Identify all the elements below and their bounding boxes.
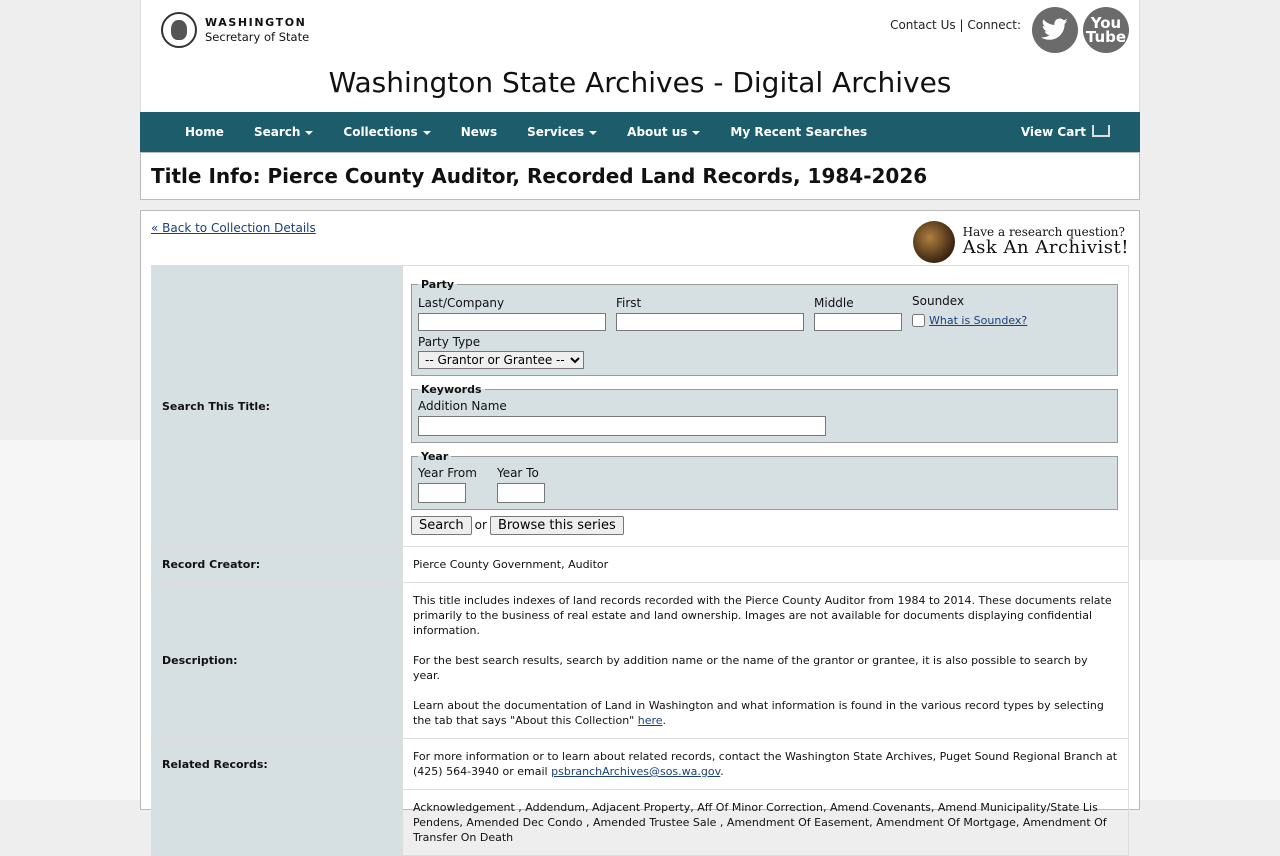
nav-home[interactable]: Home	[170, 125, 239, 139]
logo-line2: Secretary of State	[205, 29, 310, 44]
related-records-value: For more information or to learn about r…	[402, 738, 1129, 790]
content-panel: « Back to Collection Details Have a rese…	[140, 210, 1140, 856]
nav-home-label: Home	[185, 125, 224, 139]
nav-news-label: News	[460, 125, 498, 139]
year-from-label: Year From	[418, 465, 477, 480]
description-p3-end: .	[662, 714, 667, 727]
table-row: Search This Title: Party Last/Company Fi…	[151, 265, 1129, 547]
caret-down-icon	[589, 130, 598, 135]
caret-down-icon	[422, 130, 431, 135]
nav-about[interactable]: About us	[612, 125, 715, 139]
branch-email-link[interactable]: psbranchArchives@sos.wa.gov	[551, 765, 720, 778]
soundex-checkbox[interactable]	[912, 313, 925, 327]
last-company-input[interactable]	[418, 312, 606, 331]
what-is-soundex-link[interactable]: What is Soundex?	[929, 313, 1027, 328]
ask-archivist-banner[interactable]: Have a research question? Ask An Archivi…	[912, 221, 1129, 263]
ask-line2: Ask An Archivist!	[962, 236, 1129, 258]
sos-logo[interactable]: WASHINGTON Secretary of State	[161, 12, 309, 48]
party-type-select[interactable]: -- Grantor or Grantee --	[418, 350, 584, 369]
table-row: Record Creator: Pierce County Government…	[151, 546, 1129, 583]
addition-name-label: Addition Name	[418, 398, 507, 413]
middle-name-input[interactable]	[814, 312, 902, 331]
year-legend: Year	[421, 449, 449, 463]
view-cart-label: View Cart	[1020, 125, 1086, 139]
site-title: Washington State Archives - Digital Arch…	[328, 66, 952, 99]
connect-label: Connect:	[967, 18, 1021, 32]
description-p3: Learn about the documentation of Land in…	[413, 698, 1118, 728]
keywords-fieldset: Keywords Addition Name	[411, 381, 1118, 443]
books-icon	[912, 221, 955, 263]
related-text-end: .	[720, 765, 724, 778]
separator: |	[959, 18, 964, 32]
page-title: Title Info: Pierce County Auditor, Recor…	[151, 164, 928, 188]
description-p2: For the best search results, search by a…	[413, 654, 1088, 682]
party-fieldset: Party Last/Company First Middle Soundex …	[411, 277, 1118, 376]
back-to-collection-link[interactable]: « Back to Collection Details	[151, 221, 316, 235]
or-text: or	[474, 517, 487, 532]
cart-icon	[1092, 125, 1110, 137]
table-row: Description: This title includes indexes…	[151, 582, 1129, 739]
caret-down-icon	[305, 130, 314, 135]
related-records-label: Related Records:	[151, 738, 403, 790]
logo-line1: WASHINGTON	[205, 15, 307, 29]
description-p1: This title includes indexes of land reco…	[413, 594, 1112, 637]
description-p3-text: Learn about the documentation of Land in…	[413, 699, 1104, 727]
record-creator-value: Pierce County Government, Auditor	[402, 546, 1129, 583]
main-nav: Home Search Collections News Services Ab…	[140, 112, 1140, 152]
nav-collections-label: Collections	[343, 125, 418, 139]
addition-name-input[interactable]	[418, 415, 826, 436]
record-creator-label: Record Creator:	[151, 546, 403, 583]
search-button[interactable]: Search	[411, 515, 472, 535]
party-legend: Party	[421, 278, 455, 292]
keywords-legend: Keywords	[421, 382, 482, 396]
caret-down-icon	[692, 130, 701, 135]
last-company-label: Last/Company	[418, 295, 505, 310]
top-links: Contact Us | Connect:	[890, 18, 1021, 32]
nav-about-label: About us	[627, 125, 688, 139]
site-header: WASHINGTON Secretary of State Contact Us…	[140, 0, 1140, 112]
first-name-label: First	[616, 295, 642, 310]
table-row: Related Records: For more information or…	[151, 738, 1129, 790]
related-text: For more information or to learn about r…	[413, 750, 1118, 778]
contact-us-link[interactable]: Contact Us	[890, 18, 956, 32]
year-to-label: Year To	[496, 465, 539, 480]
first-name-input[interactable]	[616, 312, 804, 331]
record-types-label	[151, 789, 403, 856]
page-container: WASHINGTON Secretary of State Contact Us…	[140, 0, 1140, 856]
nav-search-label: Search	[253, 125, 301, 139]
youtube-line2: Tube	[1085, 28, 1127, 46]
youtube-icon[interactable]: You Tube	[1083, 7, 1129, 53]
title-box: Title Info: Pierce County Auditor, Recor…	[140, 152, 1140, 200]
description-label: Description:	[151, 582, 403, 739]
nav-news[interactable]: News	[446, 125, 512, 139]
browse-series-button[interactable]: Browse this series	[489, 515, 624, 535]
middle-name-label: Middle	[814, 295, 854, 310]
nav-recent-searches[interactable]: My Recent Searches	[715, 125, 882, 139]
nav-collections[interactable]: Collections	[328, 125, 445, 139]
soundex-label: Soundex	[912, 294, 965, 309]
year-to-input[interactable]	[496, 482, 545, 503]
search-label: Search This Title:	[151, 265, 403, 547]
nav-recent-label: My Recent Searches	[730, 125, 868, 139]
nav-services-label: Services	[527, 125, 585, 139]
about-collection-here-link[interactable]: here	[638, 714, 663, 727]
nav-services[interactable]: Services	[512, 125, 612, 139]
nav-search[interactable]: Search	[239, 125, 328, 139]
title-info-table: Search This Title: Party Last/Company Fi…	[151, 265, 1129, 856]
state-seal-icon	[161, 12, 197, 48]
view-cart-link[interactable]: View Cart	[1021, 125, 1110, 139]
year-from-input[interactable]	[418, 482, 466, 503]
table-row: Acknowledgement , Addendum, Adjacent Pro…	[151, 789, 1129, 856]
description-value: This title includes indexes of land reco…	[402, 582, 1129, 739]
year-fieldset: Year Year From Year To	[411, 448, 1118, 510]
party-type-label: Party Type	[418, 334, 481, 349]
twitter-icon[interactable]	[1032, 7, 1078, 53]
search-form: Party Last/Company First Middle Soundex …	[402, 265, 1129, 547]
record-types-value: Acknowledgement , Addendum, Adjacent Pro…	[402, 789, 1129, 856]
